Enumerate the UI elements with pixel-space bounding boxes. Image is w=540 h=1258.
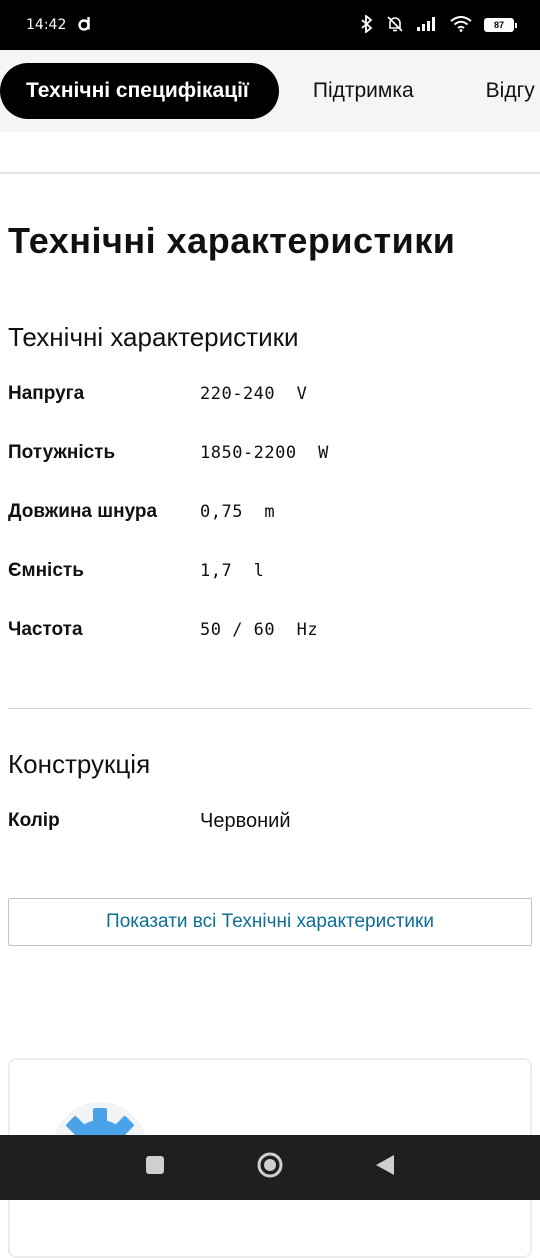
spec-value: Червоний <box>200 809 291 832</box>
divider <box>0 172 540 174</box>
back-button[interactable] <box>374 1153 396 1182</box>
wifi-icon <box>450 15 472 35</box>
page-title: Технічні характеристики <box>8 220 456 261</box>
spec-value: 0,75 m <box>200 502 276 522</box>
spec-row: Ємність 1,7 l <box>8 556 528 586</box>
tab-reviews[interactable]: Відгу <box>440 63 540 119</box>
spec-row: Колір Червоний <box>8 806 528 836</box>
spec-row: Потужність 1850-2200 W <box>8 438 528 468</box>
spec-key: Колір <box>8 810 60 831</box>
signal-icon <box>416 16 438 35</box>
recent-apps-button[interactable] <box>144 1154 166 1181</box>
system-nav-bar <box>0 1135 540 1200</box>
section-title-construction: Конструкція <box>8 749 151 779</box>
spec-key: Довжина шнура <box>8 501 158 522</box>
tab-bar: Технічні специфікації Підтримка Відгу <box>0 50 540 132</box>
spec-value: 220-240 V <box>200 384 308 404</box>
spec-row: Частота 50 / 60 Hz <box>8 615 528 645</box>
status-time: 14:42 <box>26 17 67 33</box>
home-button[interactable] <box>256 1151 284 1184</box>
spec-value: 1850-2200 W <box>200 443 329 463</box>
spec-key: Напруга <box>8 383 85 404</box>
section-title-tech: Технічні характеристики <box>8 322 299 352</box>
bluetooth-icon <box>360 13 374 36</box>
tab-support[interactable]: Підтримка <box>287 63 440 119</box>
show-all-specs-button[interactable]: Показати всі Технічні характеристики <box>8 898 532 946</box>
mute-bell-icon <box>386 15 404 36</box>
spec-value: 1,7 l <box>200 561 265 581</box>
tab-tech-specs[interactable]: Технічні специфікації <box>0 63 279 119</box>
app-notification-icon <box>78 15 92 35</box>
section-divider <box>8 708 532 709</box>
spec-key: Потужність <box>8 442 116 463</box>
spec-value: 50 / 60 Hz <box>200 620 319 640</box>
spec-row: Напруга 220-240 V <box>8 379 528 409</box>
battery-icon: 87 <box>484 18 517 32</box>
status-bar: 14:42 87 <box>0 0 540 50</box>
spec-row: Довжина шнура 0,75 m <box>8 497 528 527</box>
spec-key: Ємність <box>8 560 84 581</box>
spec-key: Частота <box>8 619 83 640</box>
